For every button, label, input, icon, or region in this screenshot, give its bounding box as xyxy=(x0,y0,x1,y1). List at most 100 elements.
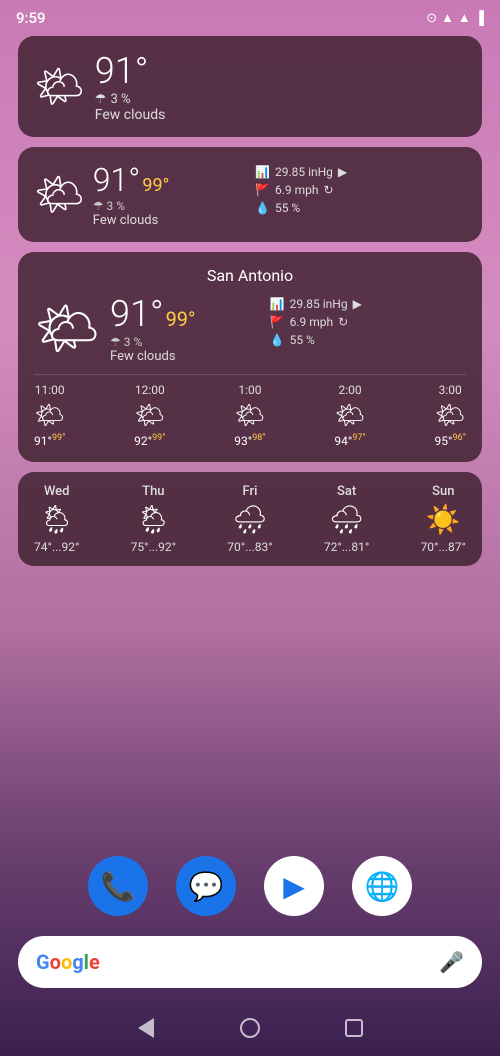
day-temp: 74°...92° xyxy=(34,540,79,554)
weather-widget-medium[interactable]: 🌤 91° 99° ☂ 3 % Few clouds 📊 29.85 inHg … xyxy=(18,147,482,242)
back-button[interactable] xyxy=(134,1016,158,1040)
large-top-row: 🌤 91° 99° ☂ 3 % Few clouds 📊 29.85 inHg … xyxy=(34,293,466,364)
hour-item: 2:00 🌤 94°97° xyxy=(334,383,365,448)
widget-medium-left: 🌤 91° 99° ☂ 3 % Few clouds xyxy=(34,161,245,228)
recents-icon xyxy=(345,1019,363,1037)
google-logo: Google xyxy=(36,950,100,974)
widget-medium-right: 📊 29.85 inHg ▶ 🚩 6.9 mph ↻ 💧 55 % xyxy=(255,161,466,219)
day-temp: 75°...92° xyxy=(131,540,176,554)
day-name: Sat xyxy=(337,484,356,499)
umbrella-icon-medium: ☂ xyxy=(93,199,104,213)
status-network-icon: ▲ xyxy=(458,10,471,26)
wind-rotate-icon: ↻ xyxy=(323,183,333,197)
hour-icon: 🌤 xyxy=(435,401,465,429)
hour-time: 11:00 xyxy=(35,383,65,397)
hour-icon: 🌤 xyxy=(235,401,265,429)
day-temp: 70°...87° xyxy=(421,540,466,554)
large-right: 📊 29.85 inHg ▶ 🚩 6.9 mph ↻ 💧 55 % xyxy=(270,293,466,351)
phone-icon: 📞 xyxy=(101,870,136,903)
precip-medium: ☂ 3 % xyxy=(93,199,170,213)
mic-icon[interactable]: 🎤 xyxy=(439,950,464,974)
hour-time: 3:00 xyxy=(439,383,462,397)
day-icon: 🌧 xyxy=(329,503,365,536)
wind-stat: 🚩 6.9 mph ↻ xyxy=(255,183,466,197)
weather-info-medium: 91° 99° ☂ 3 % Few clouds xyxy=(93,161,170,228)
day-name: Sun xyxy=(432,484,454,499)
description-small: Few clouds xyxy=(95,107,166,123)
weather-icon-small: 🌤 xyxy=(34,67,85,107)
chrome-app-icon[interactable]: 🌐 xyxy=(352,856,412,916)
status-time: 9:59 xyxy=(16,9,46,27)
city-name: San Antonio xyxy=(34,266,466,285)
day-item: Wed 🌦 74°...92° xyxy=(34,484,79,554)
weather-info-large: 91° 99° ☂ 3 % Few clouds xyxy=(110,293,196,364)
day-icon: 🌦 xyxy=(39,503,75,536)
large-wind-icon: 🚩 xyxy=(270,315,285,329)
temp-large: 91° xyxy=(110,293,164,335)
umbrella-icon-large: ☂ xyxy=(110,335,121,349)
recents-button[interactable] xyxy=(342,1016,366,1040)
precip-small: ☂ 3 % xyxy=(95,92,166,107)
day-icon: 🌧 xyxy=(232,503,268,536)
app-row: 📞 💬 ▶ 🌐 xyxy=(0,856,500,916)
chrome-icon: 🌐 xyxy=(365,870,400,903)
hour-temp: 93°98° xyxy=(234,433,265,448)
hour-time: 2:00 xyxy=(339,383,362,397)
hour-time: 12:00 xyxy=(135,383,165,397)
hourly-row: 11:00 🌤 91°99° 12:00 🌤 92°99° 1:00 🌤 93°… xyxy=(34,374,466,448)
pressure-icon: 📊 xyxy=(255,165,270,179)
day-temp: 70°...83° xyxy=(227,540,272,554)
hour-item: 11:00 🌤 91°99° xyxy=(34,383,65,448)
weather-icon-large: 🌤 xyxy=(34,298,100,359)
hour-icon: 🌤 xyxy=(135,401,165,429)
precip-large: ☂ 3 % xyxy=(110,335,196,349)
umbrella-icon-small: ☂ xyxy=(95,92,107,107)
humidity-stat: 💧 55 % xyxy=(255,201,466,215)
temp-high-medium: 99° xyxy=(142,175,169,196)
humidity-icon: 💧 xyxy=(255,201,270,215)
temperature-small: 91° xyxy=(95,50,166,92)
weather-widget-small[interactable]: 🌤 91° ☂ 3 % Few clouds xyxy=(18,36,482,137)
day-item: Sun ☀️ 70°...87° xyxy=(421,484,466,554)
search-bar[interactable]: Google 🎤 xyxy=(18,936,482,988)
day-name: Wed xyxy=(44,484,70,499)
large-humidity-icon: 💧 xyxy=(270,333,285,347)
messages-app-icon[interactable]: 💬 xyxy=(176,856,236,916)
hour-item: 12:00 🌤 92°99° xyxy=(134,383,165,448)
temp-high-large: 99° xyxy=(166,307,196,331)
phone-app-icon[interactable]: 📞 xyxy=(88,856,148,916)
weather-info-small: 91° ☂ 3 % Few clouds xyxy=(95,50,166,123)
hour-temp: 95°96° xyxy=(435,433,466,448)
temp-medium: 91° xyxy=(93,161,141,199)
large-pressure-stat: 📊 29.85 inHg ▶ xyxy=(270,297,466,311)
hour-time: 1:00 xyxy=(238,383,261,397)
hour-item: 1:00 🌤 93°98° xyxy=(234,383,265,448)
desc-large: Few clouds xyxy=(110,349,196,364)
desc-medium: Few clouds xyxy=(93,213,170,228)
pressure-arrow: ▶ xyxy=(338,165,347,179)
messages-icon: 💬 xyxy=(189,870,224,903)
day-item: Thu 🌦 75°...92° xyxy=(131,484,176,554)
large-wind-stat: 🚩 6.9 mph ↻ xyxy=(270,315,466,329)
weather-widget-weekly[interactable]: Wed 🌦 74°...92° Thu 🌦 75°...92° Fri 🌧 70… xyxy=(18,472,482,566)
large-left: 🌤 91° 99° ☂ 3 % Few clouds xyxy=(34,293,270,364)
play-store-icon: ▶ xyxy=(283,870,305,903)
day-icon: ☀️ xyxy=(426,503,461,536)
day-name: Fri xyxy=(243,484,258,499)
wind-icon: 🚩 xyxy=(255,183,270,197)
hour-item: 3:00 🌤 95°96° xyxy=(435,383,466,448)
hour-temp: 94°97° xyxy=(334,433,365,448)
back-icon xyxy=(138,1018,154,1038)
status-signal-icon: ⊙ xyxy=(426,11,437,26)
hour-icon: 🌤 xyxy=(35,401,65,429)
status-bar: 9:59 ⊙ ▲ ▲ ▐ xyxy=(0,0,500,32)
play-store-app-icon[interactable]: ▶ xyxy=(264,856,324,916)
weekly-row: Wed 🌦 74°...92° Thu 🌦 75°...92° Fri 🌧 70… xyxy=(34,484,466,554)
status-wifi-icon: ▲ xyxy=(441,10,454,26)
home-button[interactable] xyxy=(238,1016,262,1040)
hour-icon: 🌤 xyxy=(335,401,365,429)
weather-widget-large[interactable]: San Antonio 🌤 91° 99° ☂ 3 % Few clouds 📊… xyxy=(18,252,482,462)
day-icon: 🌦 xyxy=(136,503,172,536)
weather-icon-medium: 🌤 xyxy=(34,171,85,218)
hour-temp: 91°99° xyxy=(34,433,65,448)
